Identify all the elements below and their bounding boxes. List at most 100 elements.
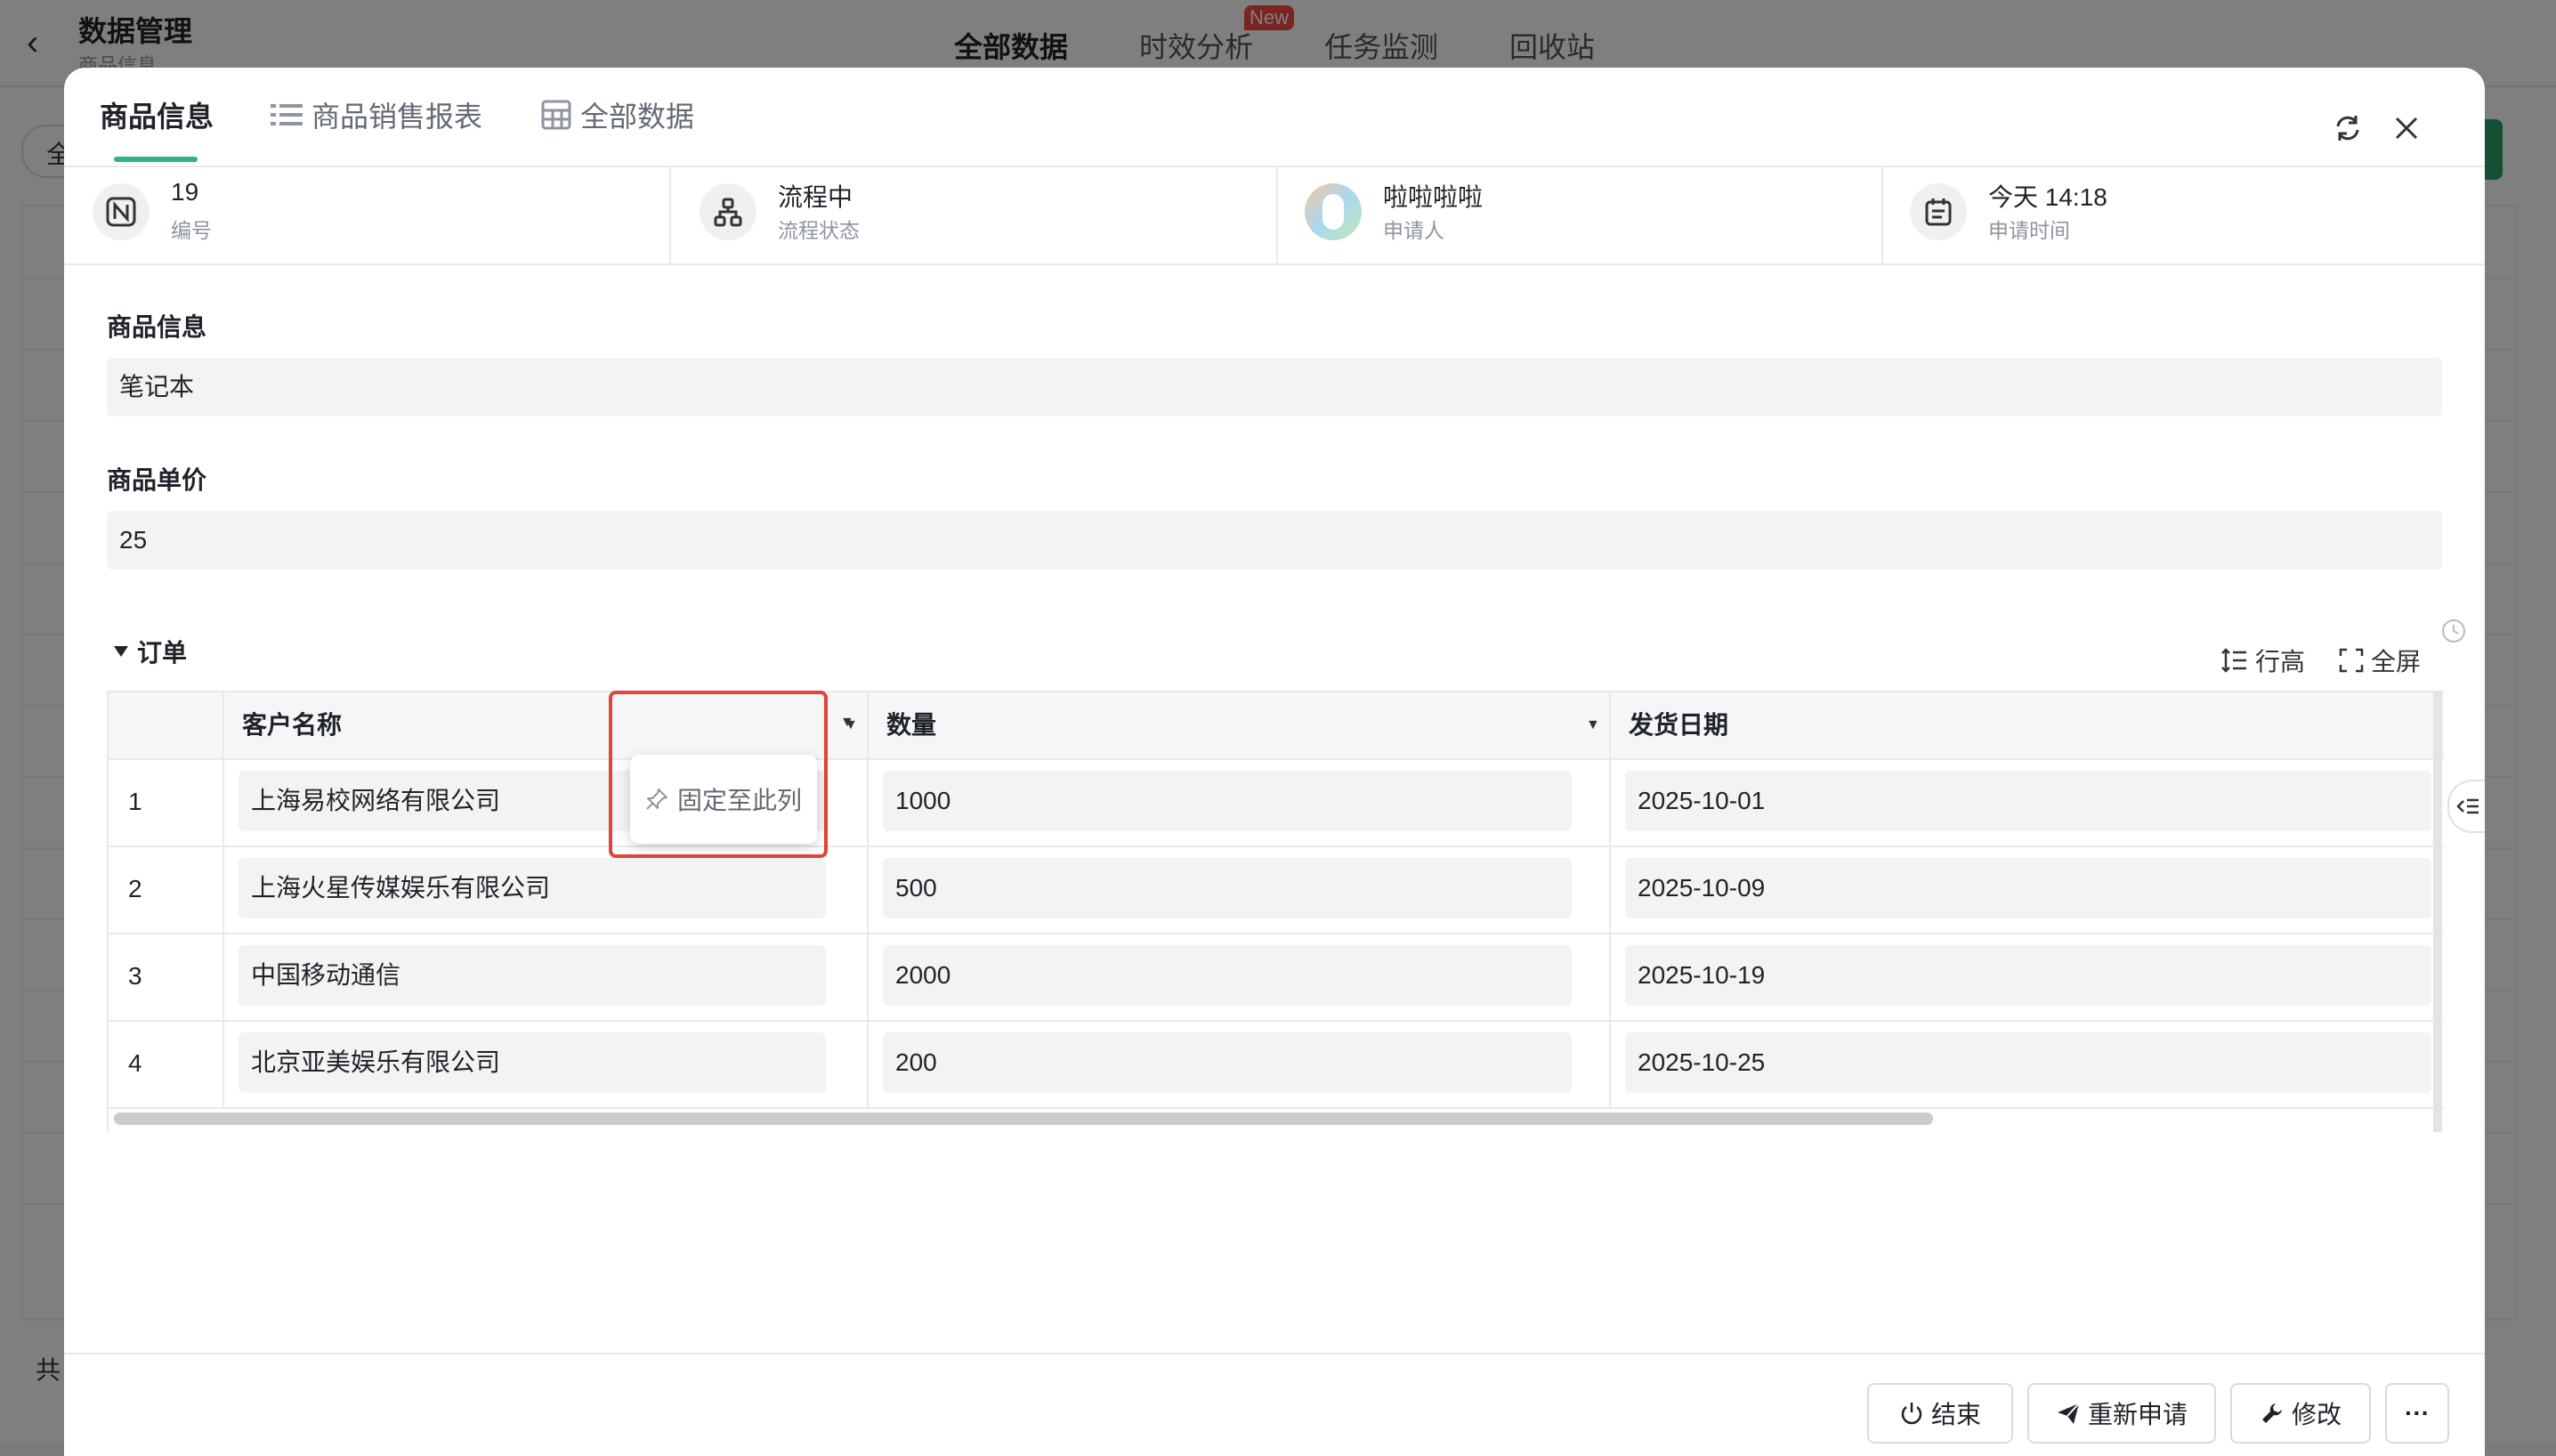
quantity-input[interactable]: 2000 <box>883 945 1572 1006</box>
row-height-icon <box>2221 648 2246 673</box>
info-label: 流程状态 <box>778 219 860 242</box>
quantity-input[interactable]: 500 <box>883 858 1572 918</box>
field-unit-price-input[interactable]: 25 <box>107 511 2442 570</box>
record-info-bar: 19 编号 流程中 流程状态 啦啦啦啦 申请人 今天 14:18 申请时间 <box>64 166 2485 265</box>
more-actions-button[interactable]: ··· <box>2385 1383 2449 1444</box>
more-icon: ··· <box>2405 1399 2430 1427</box>
row-index: 2 <box>109 845 224 933</box>
column-header-quantity[interactable]: 数量 ▼ <box>869 692 1611 758</box>
info-value: 啦啦啦啦 <box>1383 183 1484 211</box>
cell-quantity: 2000 <box>869 933 1611 1020</box>
info-flow-status: 流程中 流程状态 <box>671 166 1278 263</box>
record-detail-modal: 商品信息 商品销售报表 全部数据 19 编号 流程中 流程状态 啦啦啦啦 申请人… <box>64 68 2485 1456</box>
active-tab-indicator <box>114 157 198 162</box>
row-index: 1 <box>109 758 224 845</box>
flow-icon <box>700 183 756 240</box>
ship-date-input[interactable]: 2025-10-09 <box>1625 858 2431 918</box>
subtable-title[interactable]: 订单 <box>114 634 187 669</box>
modal-footer: 结束 重新申请 修改 ··· <box>64 1353 2485 1456</box>
field-product-info-input[interactable]: 笔记本 <box>107 358 2442 417</box>
info-label: 申请时间 <box>1988 219 2070 242</box>
quantity-input[interactable]: 1000 <box>883 771 1572 831</box>
cell-customer: 上海火星传媒娱乐有限公司 <box>224 845 869 933</box>
order-subtable: 客户名称 ▼ 数量 ▼ 发货日期 1 上海易校网络有限公司 1000 2025-… <box>107 691 2444 1132</box>
row-height-button[interactable]: 行高 <box>2221 643 2305 678</box>
send-icon <box>2057 1403 2080 1424</box>
customer-input[interactable]: 上海火星传媒娱乐有限公司 <box>239 858 826 918</box>
table-row: 2 上海火星传媒娱乐有限公司 500 2025-10-09 <box>109 845 2444 934</box>
cell-ship-date: 2025-10-25 <box>1611 1020 2444 1107</box>
tab-all-data[interactable]: 全部数据 <box>541 94 694 135</box>
tab-product-info[interactable]: 商品信息 <box>100 94 214 135</box>
pin-menu-label: 固定至此列 <box>676 787 802 814</box>
info-record-number: 19 编号 <box>64 166 671 263</box>
calendar-icon <box>1910 183 1967 240</box>
row-index: 3 <box>109 933 224 1020</box>
info-value: 今天 14:18 <box>1988 183 2107 211</box>
column-header-label: 发货日期 <box>1629 711 1729 739</box>
power-icon <box>1901 1403 1922 1425</box>
table-header-row: 客户名称 ▼ 数量 ▼ 发货日期 <box>109 691 2444 760</box>
refresh-icon[interactable] <box>2332 112 2364 144</box>
customer-input[interactable]: 中国移动通信 <box>239 945 826 1006</box>
caret-down-icon <box>114 646 128 657</box>
wrench-icon <box>2261 1403 2282 1423</box>
cell-quantity: 200 <box>869 1020 1611 1107</box>
pin-column-menu-item[interactable]: 固定至此列 <box>630 755 817 844</box>
reapply-button[interactable]: 重新申请 <box>2027 1383 2216 1444</box>
collapse-icon <box>2456 798 2479 814</box>
table-icon <box>541 100 571 130</box>
cell-quantity: 500 <box>869 845 1611 933</box>
cell-customer: 北京亚美娱乐有限公司 <box>224 1020 869 1107</box>
subtable-title-label: 订单 <box>137 639 188 667</box>
field-label-unit-price: 商品单价 <box>107 466 207 494</box>
reapply-button-label: 重新申请 <box>2087 1401 2188 1428</box>
column-header-ship-date[interactable]: 发货日期 <box>1611 692 2444 758</box>
info-value: 19 <box>171 178 199 206</box>
customer-input[interactable]: 北京亚美娱乐有限公司 <box>239 1032 826 1093</box>
column-header-label: 客户名称 <box>242 711 343 739</box>
info-label: 申请人 <box>1383 219 1444 242</box>
cell-quantity: 1000 <box>869 758 1611 845</box>
cell-ship-date: 2025-10-09 <box>1611 845 2444 933</box>
cell-ship-date: 2025-10-01 <box>1611 758 2444 845</box>
list-icon <box>271 104 303 125</box>
info-value: 流程中 <box>778 183 853 211</box>
tab-label: 全部数据 <box>580 101 695 133</box>
column-header-label: 数量 <box>886 711 937 739</box>
edit-button-label: 修改 <box>2291 1401 2342 1428</box>
collapse-sidebar-button[interactable] <box>2447 780 2485 833</box>
avatar <box>1305 183 1362 240</box>
column-header-index <box>109 692 224 758</box>
table-row: 4 北京亚美娱乐有限公司 200 2025-10-25 <box>109 1020 2444 1109</box>
close-icon[interactable] <box>2390 112 2423 144</box>
cell-ship-date: 2025-10-19 <box>1611 933 2444 1020</box>
ship-date-input[interactable]: 2025-10-01 <box>1625 771 2431 831</box>
edit-button[interactable]: 修改 <box>2230 1383 2371 1444</box>
info-label: 编号 <box>171 219 212 242</box>
ship-date-input[interactable]: 2025-10-19 <box>1625 945 2431 1006</box>
row-index: 4 <box>109 1020 224 1107</box>
quantity-input[interactable]: 200 <box>883 1032 1572 1093</box>
pinned-column-caret-icon[interactable]: ▼ <box>840 715 854 731</box>
ship-date-input[interactable]: 2025-10-25 <box>1625 1032 2431 1093</box>
row-height-label: 行高 <box>2255 648 2306 675</box>
table-horizontal-scrollbar[interactable] <box>114 1112 1933 1125</box>
table-row: 1 上海易校网络有限公司 1000 2025-10-01 <box>109 758 2444 847</box>
cell-customer: 中国移动通信 <box>224 933 869 1020</box>
info-applicant: 啦啦啦啦 申请人 <box>1276 166 1883 263</box>
table-row: 3 中国移动通信 2000 2025-10-19 <box>109 933 2444 1022</box>
tab-label: 商品信息 <box>100 101 214 133</box>
column-menu-caret-icon[interactable]: ▼ <box>1586 692 1600 758</box>
end-button[interactable]: 结束 <box>1867 1383 2013 1444</box>
fullscreen-icon <box>2339 648 2364 673</box>
modal-tab-bar: 商品信息 商品销售报表 全部数据 <box>64 68 2485 167</box>
info-apply-time: 今天 14:18 申请时间 <box>1881 166 2485 263</box>
fullscreen-label: 全屏 <box>2371 648 2422 675</box>
pin-icon <box>646 789 667 810</box>
table-vertical-scrollbar[interactable] <box>2433 691 2442 1132</box>
field-label-product-info: 商品信息 <box>107 313 207 341</box>
fullscreen-button[interactable]: 全屏 <box>2339 643 2421 678</box>
history-clock-icon[interactable] <box>2440 618 2467 644</box>
tab-sales-report[interactable]: 商品销售报表 <box>271 94 482 135</box>
